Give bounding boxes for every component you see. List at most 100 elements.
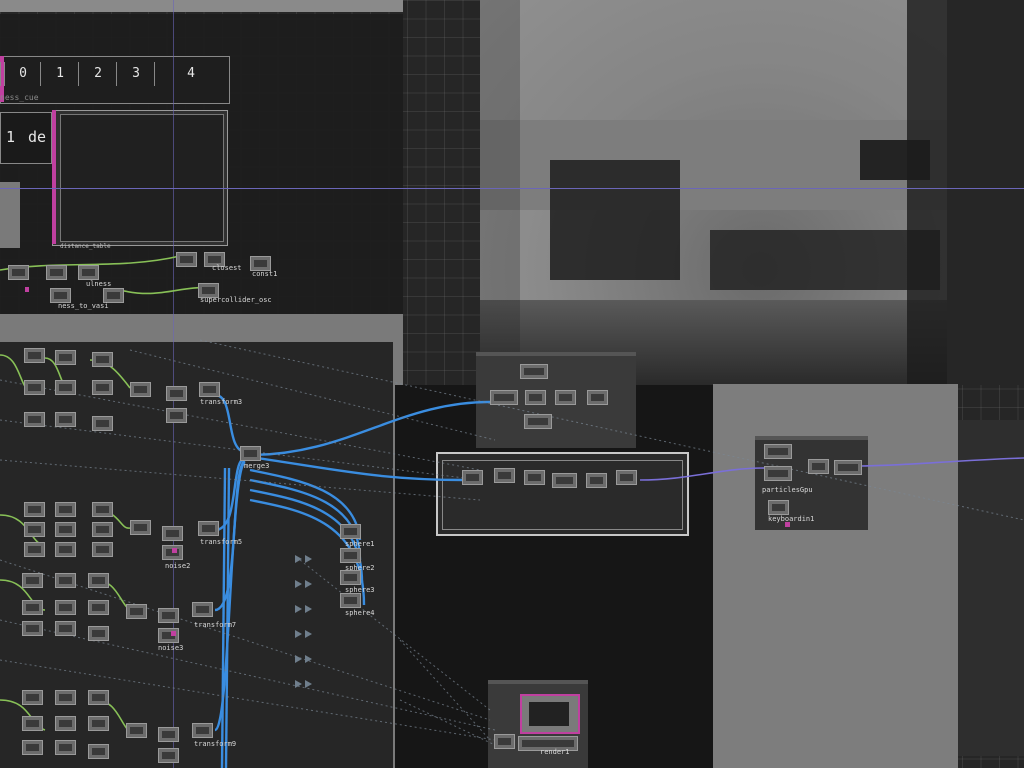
sphere-node[interactable] bbox=[340, 548, 361, 563]
op-label: closest bbox=[212, 264, 242, 272]
op-node[interactable] bbox=[22, 600, 43, 615]
op-node[interactable] bbox=[462, 470, 483, 485]
op-label: noise3 bbox=[158, 644, 184, 652]
op-node[interactable] bbox=[92, 416, 113, 431]
op-node[interactable] bbox=[55, 542, 76, 557]
op-node[interactable] bbox=[55, 412, 76, 427]
node-network-canvas[interactable]: 0 1 2 3 4 ness_cue 1 de distance_table c… bbox=[0, 0, 1024, 768]
op-label: transform7 bbox=[194, 621, 237, 629]
merge-node[interactable] bbox=[240, 446, 261, 461]
op-node[interactable] bbox=[616, 470, 637, 485]
op-node[interactable] bbox=[88, 573, 109, 588]
arrow-markers bbox=[295, 555, 312, 688]
op-node[interactable] bbox=[92, 542, 113, 557]
op-node[interactable] bbox=[494, 734, 515, 749]
wires-layer bbox=[0, 255, 1024, 768]
op-node[interactable] bbox=[24, 348, 45, 363]
op-node[interactable] bbox=[158, 727, 179, 742]
op-node[interactable] bbox=[55, 350, 76, 365]
sphere-node[interactable] bbox=[340, 570, 361, 585]
op-node[interactable] bbox=[55, 690, 76, 705]
op-node[interactable] bbox=[130, 382, 151, 397]
op-label: particlesGpu bbox=[762, 486, 813, 494]
op-node[interactable] bbox=[126, 723, 147, 738]
op-node[interactable] bbox=[24, 412, 45, 427]
op-label: transform5 bbox=[200, 538, 243, 546]
op-node[interactable] bbox=[46, 265, 67, 280]
op-node[interactable] bbox=[22, 716, 43, 731]
op-node[interactable] bbox=[525, 390, 546, 405]
sphere-node[interactable] bbox=[340, 593, 361, 608]
op-label: merge3 bbox=[244, 462, 270, 470]
op-node[interactable] bbox=[524, 414, 552, 429]
op-node[interactable] bbox=[158, 748, 179, 763]
op-node[interactable] bbox=[192, 602, 213, 617]
op-node[interactable] bbox=[250, 256, 271, 271]
op-node[interactable] bbox=[88, 626, 109, 641]
op-node[interactable] bbox=[103, 288, 124, 303]
op-label: noise2 bbox=[165, 562, 191, 570]
op-node[interactable] bbox=[92, 502, 113, 517]
op-node[interactable] bbox=[192, 723, 213, 738]
op-node[interactable] bbox=[490, 390, 518, 405]
op-node[interactable] bbox=[130, 520, 151, 535]
op-node[interactable] bbox=[166, 386, 187, 401]
op-node[interactable] bbox=[55, 740, 76, 755]
op-node[interactable] bbox=[55, 621, 76, 636]
op-node[interactable] bbox=[834, 460, 862, 475]
op-node[interactable] bbox=[198, 521, 219, 536]
op-node[interactable] bbox=[494, 468, 515, 483]
op-node[interactable] bbox=[55, 502, 76, 517]
op-node[interactable] bbox=[764, 466, 792, 481]
op-node[interactable] bbox=[22, 740, 43, 755]
op-node[interactable] bbox=[55, 600, 76, 615]
op-node[interactable] bbox=[92, 352, 113, 367]
op-node[interactable] bbox=[8, 265, 29, 280]
op-node[interactable] bbox=[24, 502, 45, 517]
op-node[interactable] bbox=[586, 473, 607, 488]
op-node[interactable] bbox=[24, 522, 45, 537]
op-node[interactable] bbox=[88, 690, 109, 705]
op-node[interactable] bbox=[524, 470, 545, 485]
flag-marker bbox=[785, 522, 790, 527]
sphere-node[interactable] bbox=[340, 524, 361, 539]
op-node[interactable] bbox=[808, 459, 829, 474]
op-label: ulness bbox=[86, 280, 112, 288]
op-node[interactable] bbox=[199, 382, 220, 397]
op-node[interactable] bbox=[768, 500, 789, 515]
op-node[interactable] bbox=[88, 716, 109, 731]
op-node[interactable] bbox=[88, 600, 109, 615]
op-node[interactable] bbox=[162, 526, 183, 541]
op-node[interactable] bbox=[555, 390, 576, 405]
op-node[interactable] bbox=[126, 604, 147, 619]
op-node[interactable] bbox=[22, 573, 43, 588]
op-node[interactable] bbox=[92, 522, 113, 537]
op-node[interactable] bbox=[78, 265, 99, 280]
op-label: transform9 bbox=[194, 740, 237, 748]
op-node[interactable] bbox=[552, 473, 577, 488]
op-node[interactable] bbox=[166, 408, 187, 423]
op-label: sphere1 bbox=[345, 540, 375, 548]
op-node[interactable] bbox=[158, 608, 179, 623]
op-node[interactable] bbox=[22, 621, 43, 636]
op-node[interactable] bbox=[22, 690, 43, 705]
op-label: sphere4 bbox=[345, 609, 375, 617]
op-node[interactable] bbox=[55, 716, 76, 731]
op-node[interactable] bbox=[55, 380, 76, 395]
op-node[interactable] bbox=[50, 288, 71, 303]
op-node[interactable] bbox=[176, 252, 197, 267]
op-label: supercollider_osc bbox=[200, 296, 272, 304]
op-label: keyboardin1 bbox=[768, 515, 815, 523]
op-node[interactable] bbox=[55, 573, 76, 588]
op-node[interactable] bbox=[92, 380, 113, 395]
op-node[interactable] bbox=[520, 364, 548, 379]
flag-marker bbox=[25, 287, 29, 292]
op-label: transform3 bbox=[200, 398, 243, 406]
op-node[interactable] bbox=[55, 522, 76, 537]
op-node[interactable] bbox=[24, 380, 45, 395]
op-node[interactable] bbox=[88, 744, 109, 759]
op-node[interactable] bbox=[587, 390, 608, 405]
op-node[interactable] bbox=[24, 542, 45, 557]
op-label: render1 bbox=[540, 748, 570, 756]
op-node[interactable] bbox=[764, 444, 792, 459]
